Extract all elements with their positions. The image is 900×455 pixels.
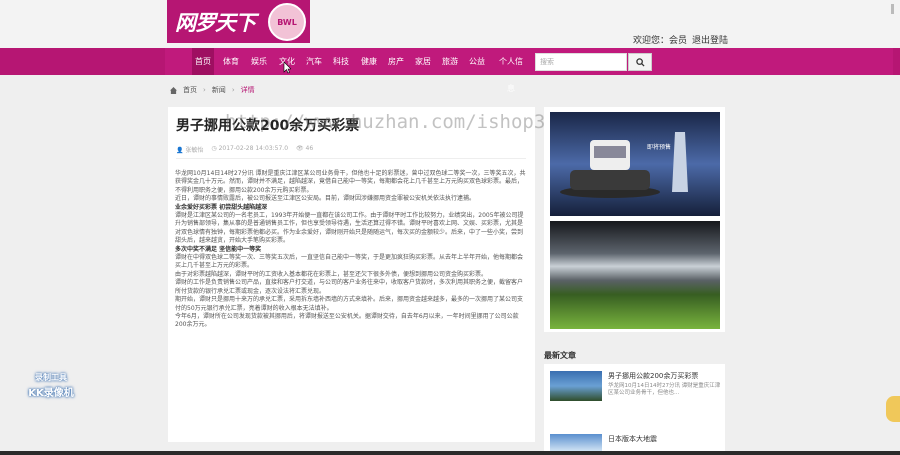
promo-image-cars[interactable]: 即将预售 <box>550 112 720 216</box>
article-paragraph: 谭财是江津区某公司的一名老员工，1993年开始便一直都在该公司工作。由于谭财平时… <box>175 212 524 245</box>
nav-item-6[interactable]: 健康 <box>358 48 380 75</box>
article-title: 男子挪用公款200余万买彩票 <box>176 118 360 134</box>
floating-side-button[interactable] <box>886 396 900 422</box>
nav-item-9[interactable]: 旅游 <box>439 48 461 75</box>
breadcrumb-home[interactable]: 首页 <box>183 85 197 95</box>
logo-badge: BWL <box>268 3 306 41</box>
view-count: 46 <box>305 145 314 152</box>
latest-article-title[interactable]: 日本版本大地震 <box>608 434 721 444</box>
nav-item-1[interactable]: 体育 <box>220 48 242 75</box>
article-paragraph: 华龙网10月14日14时27分讯 谭财是重庆江津区某公司业务骨干，但他也十足的彩… <box>175 170 526 194</box>
taskbar-strip <box>0 451 900 455</box>
nav-item-11[interactable]: 个人信息 <box>496 48 526 93</box>
home-icon <box>170 86 177 94</box>
recorder-line1: 录制工具 <box>35 373 67 382</box>
nav-item-0[interactable]: 首页 <box>192 48 214 75</box>
nav-item-7[interactable]: 房产 <box>385 48 407 75</box>
breadcrumb-separator: › <box>231 86 235 94</box>
author-name: 张敏怡 <box>185 147 204 154</box>
views-meta: 👁 46 <box>296 145 314 152</box>
article-paragraph: 今年6月，谭财所在公司发现货款被其挪用后，将谭财报送至公安机关。据谭财交待，自去… <box>175 312 519 329</box>
promo-image-art <box>550 112 720 216</box>
latest-article-text: 日本版本大地震 <box>608 434 721 444</box>
search-input[interactable]: 搜索 <box>535 53 627 71</box>
breadcrumb-current: 详情 <box>240 86 255 94</box>
latest-article-thumb <box>550 371 602 401</box>
logo-text: 网罗天下 <box>175 9 256 35</box>
recorder-watermark: 录制工具 KK录像机 <box>20 372 82 399</box>
logout-link[interactable]: 退出登陆 <box>692 33 728 46</box>
article-paragraph: 期开始，谭财只是挪用十来万的承兑汇票，采用拆东墙补西墙的方式来填补。后来，挪用资… <box>175 296 524 312</box>
nav-item-8[interactable]: 家居 <box>412 48 434 75</box>
promo-image-art <box>550 221 720 329</box>
recorder-line2: KK录像机 <box>28 388 74 399</box>
search-button[interactable] <box>628 53 652 71</box>
nav-bar <box>165 48 893 75</box>
search-icon <box>635 57 645 67</box>
divider <box>176 158 526 159</box>
breadcrumb-separator: › <box>203 86 206 94</box>
publish-date: 2017-02-28 14:03:57.0 <box>218 145 289 152</box>
article-subheading: 业余爱好买彩票 初尝甜头越陷越深 <box>175 203 268 211</box>
article-paragraph: 谭财的工作是负责销售公司产品，直接和客户打交道，与公司的客户业务往来中，收取客户… <box>175 279 524 295</box>
breadcrumb: 首页 › 新闻 › 详情 <box>170 85 255 95</box>
promo-image-landscape[interactable] <box>550 221 720 329</box>
latest-article-desc: 华龙网10月14日14时27分讯 谭财是重庆江津区某公司业务骨干，但他也... <box>608 383 721 396</box>
welcome-text: 欢迎您：会员 <box>633 36 688 46</box>
article-body: 华龙网10月14日14时27分讯 谭财是重庆江津区某公司业务骨干，但他也十足的彩… <box>175 170 527 330</box>
nav-item-10[interactable]: 公益 <box>466 48 488 75</box>
date-meta: ◷ 2017-02-28 14:03:57.0 <box>211 145 289 152</box>
promo-caption: 即将预售 <box>647 144 672 151</box>
latest-articles-heading: 最新文章 <box>544 351 576 360</box>
author-meta: 👤 张敏怡 <box>176 147 204 154</box>
latest-article-thumb <box>550 434 602 451</box>
article-subheading: 多次中奖不满足 坚信能中一等奖 <box>175 245 262 253</box>
nav-item-2[interactable]: 娱乐 <box>248 48 270 75</box>
nav-item-5[interactable]: 科技 <box>330 48 352 75</box>
nav-item-4[interactable]: 汽车 <box>303 48 325 75</box>
latest-article-title[interactable]: 男子挪用公款200余万买彩票 <box>608 371 721 381</box>
latest-article-text: 男子挪用公款200余万买彩票 华龙网10月14日14时27分讯 谭财是重庆江津区… <box>608 371 721 397</box>
mouse-cursor-icon <box>283 62 291 74</box>
article-meta: 👤 张敏怡 ◷ 2017-02-28 14:03:57.0 👁 46 <box>176 145 313 154</box>
article-card: 男子挪用公款200余万买彩票 👤 张敏怡 ◷ 2017-02-28 14:03:… <box>168 107 535 442</box>
scrollbar-thumb[interactable] <box>891 4 894 14</box>
breadcrumb-news[interactable]: 新闻 <box>212 85 226 95</box>
article-paragraph: 近日，谭财的事情败露后，被公司报送至江津区公安局。目前，谭财因涉嫌挪用资金罪被公… <box>175 195 476 203</box>
article-paragraph: 谭财在中得双色球二等奖一次、三等奖五次后，一直坚信自己能中一等奖，于是更加疯狂购… <box>175 254 524 270</box>
site-logo[interactable]: 网罗天下 BWL <box>167 0 310 43</box>
site-header: 网罗天下 BWL 欢迎您：会员 退出登陆 <box>0 0 900 48</box>
